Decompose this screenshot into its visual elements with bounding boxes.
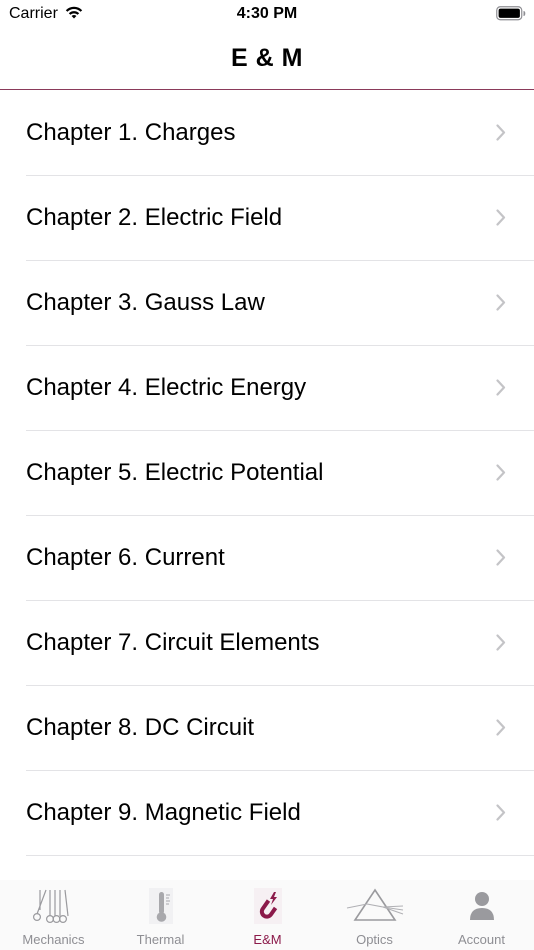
- chevron-right-icon: [496, 549, 506, 571]
- chapter-label: Chapter 6. Current: [26, 544, 225, 571]
- chapter-label: Chapter 9. Magnetic Field: [26, 799, 301, 826]
- chevron-right-icon: [496, 294, 506, 316]
- chapter-label: Chapter 1. Charges: [26, 119, 236, 146]
- chapter-row-7[interactable]: Chapter 7. Circuit Elements: [0, 601, 534, 686]
- chevron-right-icon: [496, 379, 506, 401]
- tab-em[interactable]: E&M: [214, 880, 321, 950]
- tab-label: E&M: [253, 932, 282, 947]
- chapter-list: Chapter 1. Charges Chapter 2. Electric F…: [0, 91, 534, 856]
- tab-bar: Mechanics Thermal E&M Optics Account: [0, 880, 534, 950]
- chapter-label: Chapter 7. Circuit Elements: [26, 629, 320, 656]
- chapter-row-8[interactable]: Chapter 8. DC Circuit: [0, 686, 534, 771]
- person-icon: [428, 886, 534, 930]
- chevron-right-icon: [496, 634, 506, 656]
- chevron-right-icon: [496, 124, 506, 146]
- chapter-label: Chapter 4. Electric Energy: [26, 374, 307, 401]
- tab-label: Optics: [356, 932, 393, 947]
- chapter-row-9[interactable]: Chapter 9. Magnetic Field: [0, 771, 534, 856]
- row-separator: [26, 855, 534, 856]
- chapter-label: Chapter 2. Electric Field: [26, 204, 283, 231]
- magnet-icon: [214, 886, 321, 930]
- chevron-right-icon: [496, 464, 506, 486]
- status-bar: Carrier 4:30 PM: [0, 0, 534, 28]
- chapter-label: Chapter 3. Gauss Law: [26, 289, 265, 316]
- tab-label: Thermal: [136, 932, 185, 947]
- chapter-row-6[interactable]: Chapter 6. Current: [0, 516, 534, 601]
- prism-icon: [321, 886, 428, 930]
- navigation-bar: E & M: [0, 28, 534, 90]
- tab-thermal[interactable]: Thermal: [107, 880, 214, 950]
- tab-optics[interactable]: Optics: [321, 880, 428, 950]
- chapter-row-5[interactable]: Chapter 5. Electric Potential: [0, 431, 534, 516]
- battery-icon: [496, 6, 526, 26]
- page-title: E & M: [231, 44, 303, 72]
- thermometer-icon: [107, 886, 214, 930]
- newtons-cradle-icon: [0, 886, 107, 930]
- tab-mechanics[interactable]: Mechanics: [0, 880, 107, 950]
- tab-label: Mechanics: [22, 932, 85, 947]
- chapter-row-2[interactable]: Chapter 2. Electric Field: [0, 176, 534, 261]
- chapter-row-4[interactable]: Chapter 4. Electric Energy: [0, 346, 534, 431]
- clock: 4:30 PM: [236, 5, 298, 22]
- tab-label: Account: [458, 932, 505, 947]
- chevron-right-icon: [496, 719, 506, 741]
- chapter-label: Chapter 5. Electric Potential: [26, 459, 324, 486]
- tab-account[interactable]: Account: [428, 880, 534, 950]
- chapter-label: Chapter 8. DC Circuit: [26, 714, 255, 741]
- chevron-right-icon: [496, 804, 506, 826]
- chapter-row-3[interactable]: Chapter 3. Gauss Law: [0, 261, 534, 346]
- chevron-right-icon: [496, 209, 506, 231]
- chapter-row-1[interactable]: Chapter 1. Charges: [0, 91, 534, 176]
